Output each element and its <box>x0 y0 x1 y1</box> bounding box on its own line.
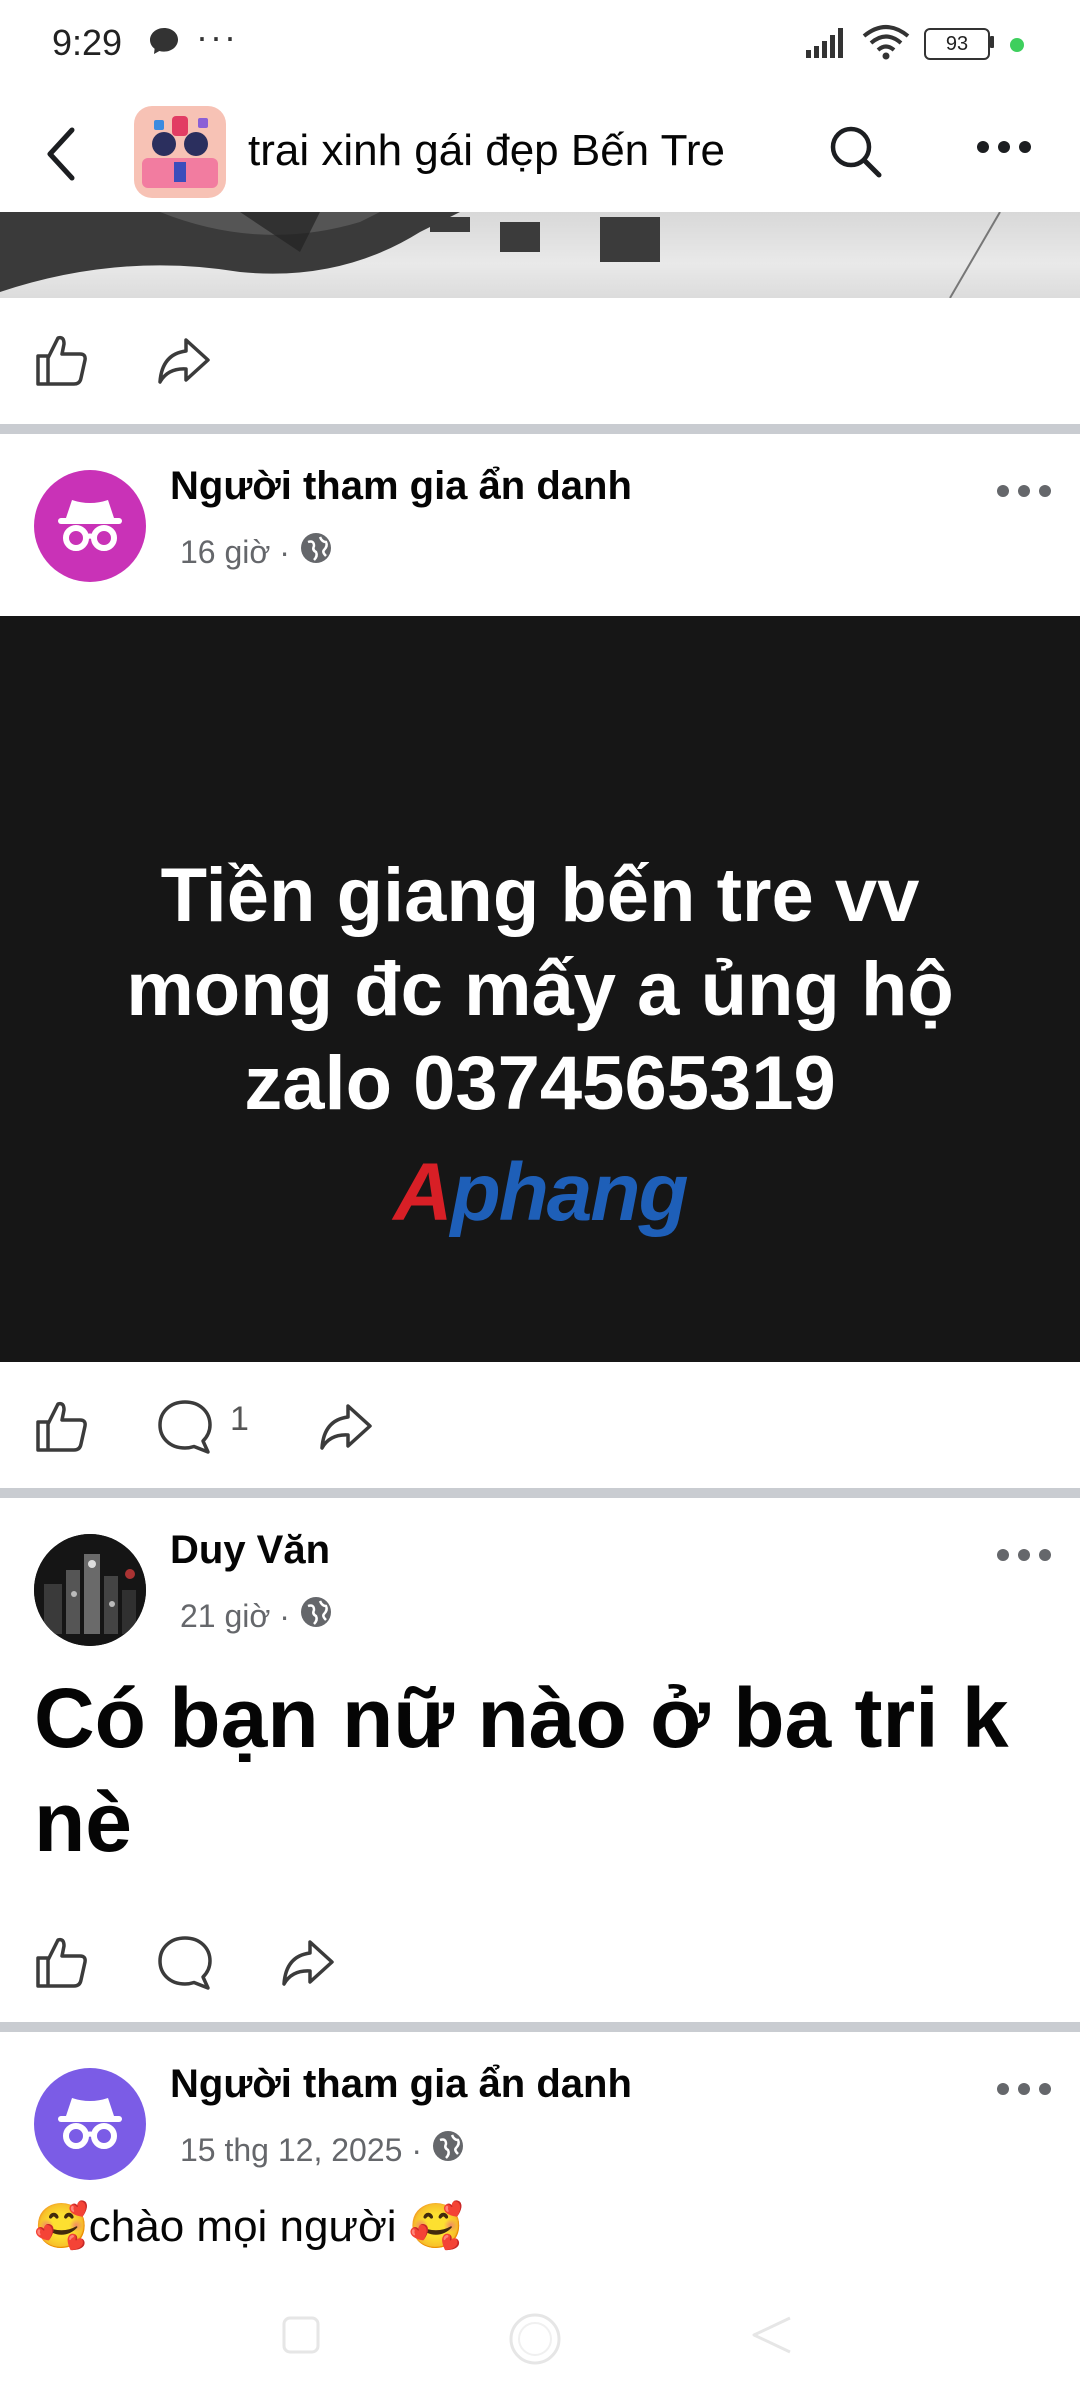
globe-icon <box>300 1596 332 1636</box>
back-arrow-icon[interactable] <box>42 126 82 187</box>
signal-icon <box>806 28 850 63</box>
recents-icon[interactable] <box>280 2314 322 2361</box>
post-time: 21 giờ · <box>180 1597 290 1634</box>
battery-icon <box>990 36 994 48</box>
privacy-indicator-icon <box>1010 38 1024 52</box>
group-avatar[interactable] <box>134 106 226 198</box>
post-separator <box>0 2022 1080 2032</box>
globe-icon <box>432 2130 464 2170</box>
post-separator <box>0 1488 1080 1498</box>
post-meta: 16 giờ · <box>180 532 332 572</box>
post-actions: 1 <box>0 1366 1080 1486</box>
messenger-icon <box>148 26 180 61</box>
back-nav-icon[interactable] <box>748 2314 794 2361</box>
image-text-line: Tiền giang bến tre vv <box>160 853 920 938</box>
previous-post-actions <box>0 300 1080 420</box>
like-icon[interactable] <box>34 332 90 393</box>
post-author[interactable]: Người tham gia ẩn danh <box>170 2062 632 2107</box>
comment-icon[interactable] <box>156 1398 214 1461</box>
post-time: 15 thg 12, 2025 · <box>180 2131 422 2168</box>
group-header: trai xinh gái đẹp Bến Tre <box>0 96 1080 214</box>
previous-post-image[interactable] <box>0 212 1080 298</box>
anonymous-avatar[interactable] <box>34 2068 146 2180</box>
post-more-icon[interactable] <box>996 484 1052 503</box>
brand-logo: Aphang <box>393 1147 688 1238</box>
post-author[interactable]: Duy Văn <box>170 1528 330 1573</box>
post-author[interactable]: Người tham gia ẩn danh <box>170 464 632 509</box>
user-avatar[interactable] <box>34 1534 146 1646</box>
like-icon[interactable] <box>34 1398 90 1459</box>
image-text-line: zalo 0374565319 <box>244 1041 836 1126</box>
post-meta: 15 thg 12, 2025 · <box>180 2130 464 2170</box>
wifi-icon <box>862 24 910 65</box>
post-image[interactable]: Tiền giang bến tre vv mong đc mấy a ủng … <box>0 616 1080 1362</box>
home-icon[interactable] <box>506 2310 564 2373</box>
post-separator <box>0 424 1080 434</box>
share-icon[interactable] <box>156 332 212 393</box>
post-text: 🥰chào mọi người 🥰 <box>34 2202 464 2251</box>
comment-icon[interactable] <box>156 1934 214 1997</box>
search-icon[interactable] <box>826 122 886 187</box>
more-notifications-icon: ··· <box>196 16 238 57</box>
incognito-icon <box>58 2098 122 2149</box>
image-text-line: mong đc mấy a ủng hộ <box>126 947 954 1032</box>
post-more-icon[interactable] <box>996 2082 1052 2101</box>
post-actions <box>0 1902 1080 2022</box>
group-title: trai xinh gái đẹp Bến Tre <box>248 126 725 175</box>
comment-count[interactable]: 1 <box>230 1400 249 1439</box>
battery-level: 93 <box>924 28 990 60</box>
post-text: Có bạn nữ nào ở ba tri k nè <box>34 1666 1034 1874</box>
status-time: 9:29 <box>52 22 123 63</box>
incognito-icon <box>58 500 122 551</box>
post-meta: 21 giờ · <box>180 1596 332 1636</box>
share-icon[interactable] <box>280 1934 336 1995</box>
post-more-icon[interactable] <box>996 1548 1052 1567</box>
post-text-line: Có bạn nữ nào ở ba tri k <box>34 1671 1009 1765</box>
system-nav-bar <box>0 2290 1080 2400</box>
status-bar: 9:29 ··· 93 <box>0 0 1080 90</box>
post-text-line: nè <box>34 1775 133 1869</box>
anonymous-avatar[interactable] <box>34 470 146 582</box>
more-options-icon[interactable] <box>976 140 1032 159</box>
share-icon[interactable] <box>318 1398 374 1459</box>
post-time: 16 giờ · <box>180 533 290 570</box>
like-icon[interactable] <box>34 1934 90 1995</box>
globe-icon <box>300 532 332 572</box>
